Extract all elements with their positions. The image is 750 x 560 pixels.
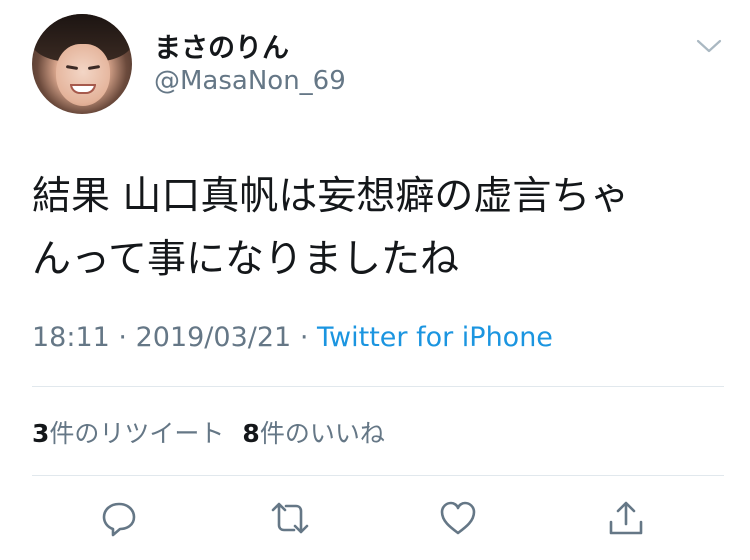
- avatar-face: [56, 44, 110, 106]
- retweet-label: 件のリツイート: [49, 419, 225, 448]
- meta-separator: ·: [299, 322, 309, 353]
- chevron-down-icon[interactable]: [696, 36, 722, 56]
- retweet-icon: [271, 502, 309, 534]
- avatar[interactable]: [32, 14, 132, 114]
- meta-separator: ·: [118, 322, 127, 353]
- heart-icon: [440, 501, 476, 535]
- display-name[interactable]: まさのりん: [154, 26, 289, 65]
- like-stat[interactable]: 8件のいいね: [242, 419, 384, 448]
- tweet-time[interactable]: 18:11: [32, 322, 110, 353]
- tweet-text-line: 結果 山口真帆は妄想癖の虚言ちゃ: [32, 174, 630, 219]
- divider: [32, 475, 724, 476]
- tweet-date[interactable]: 2019/03/21: [136, 322, 292, 353]
- like-label: 件のいいね: [259, 419, 385, 448]
- retweet-button[interactable]: [270, 498, 310, 538]
- share-icon: [609, 501, 643, 535]
- tweet-text: 結果 山口真帆は妄想癖の虚言ちゃ んって事になりましたね: [32, 165, 722, 291]
- reply-button[interactable]: [99, 498, 139, 538]
- tweet-meta: 18:11 · 2019/03/21 · Twitter for iPhone: [32, 322, 553, 353]
- divider: [32, 386, 724, 387]
- share-button[interactable]: [606, 498, 646, 538]
- reply-icon: [102, 502, 136, 537]
- retweet-stat[interactable]: 3件のリツイート: [32, 419, 224, 448]
- tweet-card: まさのりん @MasaNon_69 結果 山口真帆は妄想癖の虚言ちゃ んって事に…: [0, 0, 750, 560]
- retweet-count: 3: [32, 419, 50, 448]
- like-count: 8: [242, 419, 260, 448]
- user-handle[interactable]: @MasaNon_69: [154, 66, 346, 96]
- tweet-text-line: んって事になりましたね: [32, 237, 460, 282]
- like-button[interactable]: [438, 498, 478, 538]
- tweet-stats: 3件のリツイート 8件のいいね: [32, 414, 385, 450]
- tweet-source-link[interactable]: Twitter for iPhone: [317, 322, 553, 353]
